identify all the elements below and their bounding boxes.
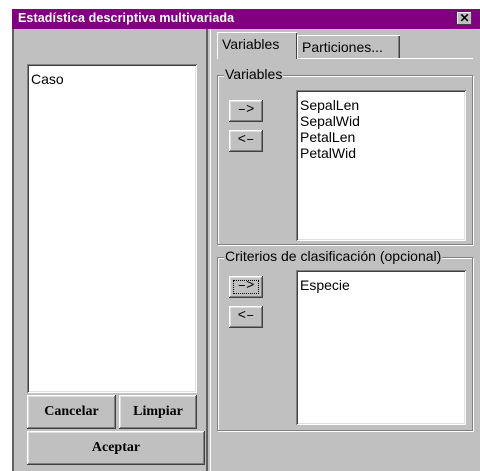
criteria-list[interactable]: Especie — [296, 270, 466, 425]
criteria-groupbox: Criterios de clasificación (opcional) –>… — [217, 248, 473, 431]
tab-strip-line — [297, 58, 473, 59]
add-variable-arrow-icon[interactable]: –> — [229, 100, 263, 122]
list-item[interactable]: SepalWid — [296, 113, 466, 129]
list-item[interactable]: Especie — [296, 277, 466, 293]
remove-variable-arrow-icon[interactable]: <– — [229, 130, 263, 152]
close-icon[interactable]: ✕ — [457, 12, 472, 25]
accept-button[interactable]: Aceptar — [27, 431, 205, 465]
criteria-group-label: Criterios de clasificación (opcional) — [224, 248, 443, 264]
tab-variables[interactable]: Variables — [217, 32, 297, 59]
window-title: Estadística descriptiva multivariada — [18, 11, 235, 25]
available-fields-list[interactable]: Caso — [27, 64, 197, 393]
list-item[interactable]: SepalLen — [296, 97, 466, 113]
window-left-frame — [12, 29, 14, 471]
panel-divider — [206, 29, 208, 471]
list-item[interactable]: PetalLen — [296, 129, 466, 145]
dialog-window: Estadística descriptiva multivariada ✕ C… — [12, 9, 480, 471]
remove-criteria-arrow-icon[interactable]: <– — [229, 306, 263, 328]
selected-variables-list[interactable]: SepalLen SepalWid PetalLen PetalWid — [296, 90, 466, 241]
title-bar[interactable]: Estadística descriptiva multivariada ✕ — [12, 9, 480, 29]
variables-group-label: Variables — [224, 66, 284, 82]
cancel-button[interactable]: Cancelar — [27, 395, 116, 429]
panel-divider-highlight — [210, 29, 211, 471]
clear-button[interactable]: Limpiar — [119, 395, 197, 429]
tab-particiones[interactable]: Particiones... — [297, 35, 400, 59]
add-criteria-arrow-icon[interactable]: –> — [229, 276, 263, 298]
list-item[interactable]: PetalWid — [296, 145, 466, 161]
list-item[interactable]: Caso — [27, 71, 197, 87]
variables-groupbox: Variables –> <– SepalLen SepalWid PetalL… — [217, 66, 473, 245]
